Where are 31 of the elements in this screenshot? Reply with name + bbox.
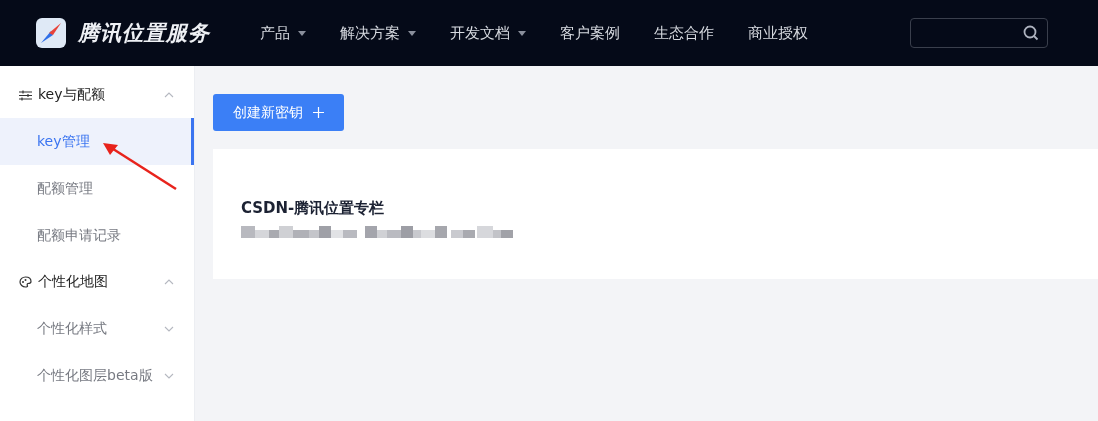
create-key-button[interactable]: 创建新密钥 xyxy=(213,94,344,131)
sidebar-item[interactable]: 配额申请记录 xyxy=(0,212,194,259)
search-field[interactable] xyxy=(910,18,1048,48)
sidebar-item[interactable]: key管理 xyxy=(0,118,194,165)
search-icon xyxy=(1023,25,1039,41)
sliders-icon xyxy=(19,89,32,101)
group-label: key与配额 xyxy=(38,86,106,104)
caret-icon xyxy=(298,30,306,36)
nav-link[interactable]: 商业授权 xyxy=(748,23,808,43)
caret-icon xyxy=(408,30,416,36)
compass-logo-icon xyxy=(36,18,66,48)
sidebar-item[interactable]: 个性化图层beta版 xyxy=(0,352,194,399)
chevron-icon xyxy=(164,372,174,379)
chevron-icon xyxy=(164,279,174,285)
nav-link[interactable]: 产品 xyxy=(260,23,306,43)
chevron-icon xyxy=(164,92,174,98)
brand-title: 腾讯位置服务 xyxy=(78,20,210,47)
plus-icon xyxy=(313,107,324,118)
key-name: CSDN-腾讯位置专栏 xyxy=(241,199,386,218)
nav-link[interactable]: 客户案例 xyxy=(560,23,620,43)
nav-link[interactable]: 生态合作 xyxy=(654,23,714,43)
sidebar-group[interactable]: key与配额 xyxy=(0,72,194,118)
palette-icon xyxy=(19,276,32,288)
nav-link[interactable]: 开发文档 xyxy=(450,23,526,43)
sidebar-group[interactable]: 个性化地图 xyxy=(0,259,194,305)
caret-icon xyxy=(518,30,526,36)
sidebar-item[interactable]: 个性化样式 xyxy=(0,305,194,352)
sidebar-item[interactable]: 配额管理 xyxy=(0,165,194,212)
nav-link[interactable]: 解决方案 xyxy=(340,23,416,43)
group-label: 个性化地图 xyxy=(38,273,109,291)
chevron-icon xyxy=(164,325,174,332)
